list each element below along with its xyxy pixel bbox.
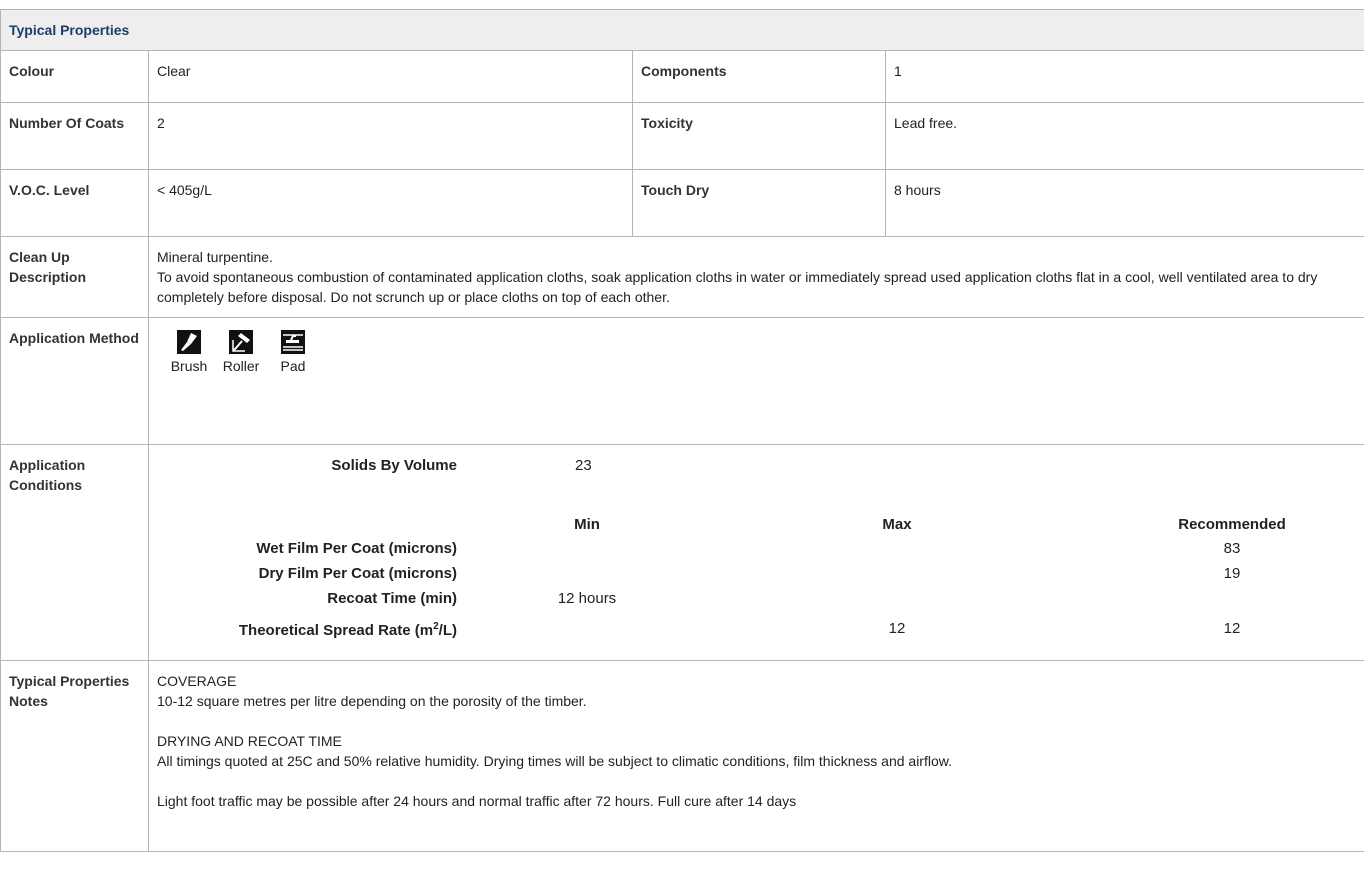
traffic-text: Light foot traffic may be possible after… xyxy=(157,793,797,809)
spread-rate-max: 12 xyxy=(888,619,906,637)
cleanup-description: Mineral turpentine. To avoid spontaneous… xyxy=(147,236,1364,318)
roller-icon xyxy=(229,330,253,354)
voc-label: V.O.C. Level xyxy=(0,169,149,237)
application-conditions: Solids By Volume 23 Min Max Recommended … xyxy=(147,444,1364,661)
brush-icon xyxy=(177,330,201,354)
recoat-max xyxy=(697,586,1097,611)
col-recommended-header: Recommended xyxy=(1178,516,1286,533)
recoat-min: 12 hours xyxy=(557,590,617,607)
coats-label: Number Of Coats xyxy=(0,102,149,170)
coverage-text: 10-12 square metres per litre depending … xyxy=(157,693,587,709)
method-roller-label: Roller xyxy=(222,358,260,374)
dry-film-row: Dry Film Per Coat (microns) 19 xyxy=(157,561,1364,586)
application-methods: Brush Roller Pad xyxy=(147,317,1364,445)
wet-film-min xyxy=(477,536,697,561)
wet-film-label: Wet Film Per Coat (microns) xyxy=(256,540,457,557)
notes-label: Typical Properties Notes xyxy=(0,660,149,852)
application-conditions-label: Application Conditions xyxy=(0,444,149,661)
wet-film-recommended: 83 xyxy=(1223,540,1241,557)
drying-text: All timings quoted at 25C and 50% relati… xyxy=(157,753,952,769)
wet-film-row: Wet Film Per Coat (microns) 83 xyxy=(157,536,1364,561)
components-label: Components xyxy=(632,50,886,103)
voc-value: < 405g/L xyxy=(148,169,633,237)
dry-film-max xyxy=(697,561,1097,586)
wet-film-max xyxy=(697,536,1097,561)
properties-table: Typical Properties Colour Clear Componen… xyxy=(0,9,1364,852)
spread-rate-label: Theoretical Spread Rate (m2/L) xyxy=(238,620,457,639)
section-title: Typical Properties xyxy=(0,9,1364,51)
method-pad-label: Pad xyxy=(280,358,306,374)
cleanup-label: Clean Up Description xyxy=(0,236,149,318)
drying-heading: DRYING AND RECOAT TIME xyxy=(157,733,342,749)
coverage-heading: COVERAGE xyxy=(157,673,237,689)
coats-value: 2 xyxy=(148,102,633,170)
pad-icon xyxy=(281,330,305,354)
method-brush-label: Brush xyxy=(170,358,208,374)
touch-dry-value: 8 hours xyxy=(884,169,1364,237)
toxicity-label: Toxicity xyxy=(632,102,886,170)
solids-label: Solids By Volume xyxy=(331,457,457,474)
colour-value: Clear xyxy=(148,50,633,103)
typical-properties-notes: COVERAGE 10-12 square metres per litre d… xyxy=(147,660,1364,852)
touch-dry-label: Touch Dry xyxy=(632,169,886,237)
cleanup-line-2: To avoid spontaneous combustion of conta… xyxy=(157,269,1318,305)
method-pad: Pad xyxy=(273,330,313,376)
dry-film-label: Dry Film Per Coat (microns) xyxy=(258,565,457,582)
col-max-header: Max xyxy=(882,516,912,533)
spread-rate-min xyxy=(477,611,697,645)
colour-label: Colour xyxy=(0,50,149,103)
components-value: 1 xyxy=(884,50,1364,103)
spread-rate-row: Theoretical Spread Rate (m2/L) 12 12 xyxy=(157,611,1364,645)
dry-film-recommended: 19 xyxy=(1223,565,1241,582)
recoat-row: Recoat Time (min) 12 hours xyxy=(157,586,1364,611)
recoat-label: Recoat Time (min) xyxy=(327,590,457,607)
solids-value: 23 xyxy=(575,457,592,474)
spread-rate-recommended: 12 xyxy=(1223,619,1241,637)
method-brush: Brush xyxy=(169,330,209,376)
recoat-recommended xyxy=(1097,586,1364,611)
application-method-label: Application Method xyxy=(0,317,149,445)
method-roller: Roller xyxy=(221,330,261,376)
conditions-table: Solids By Volume 23 Min Max Recommended … xyxy=(157,453,1364,645)
dry-film-min xyxy=(477,561,697,586)
typical-properties-panel: Typical Properties Colour Clear Componen… xyxy=(0,9,1364,852)
toxicity-value: Lead free. xyxy=(884,102,1364,170)
col-min-header: Min xyxy=(574,516,600,533)
cleanup-line-1: Mineral turpentine. xyxy=(157,249,273,265)
